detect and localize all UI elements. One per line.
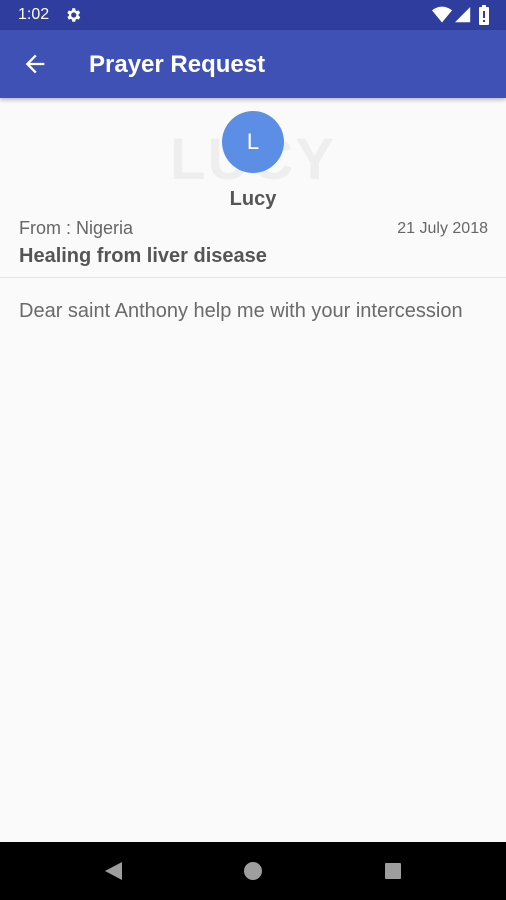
page-title: Prayer Request [89,51,266,78]
wifi-icon [432,6,452,23]
author-name: Lucy [229,188,277,210]
back-triangle-icon[interactable] [102,860,124,882]
avatar: L [222,111,284,173]
recents-square-icon[interactable] [384,862,402,880]
signal-icon [455,7,471,23]
status-bar: 1:02 [0,0,506,30]
battery-icon [479,5,489,25]
request-title: Healing from liver disease [19,245,267,267]
status-time: 1:02 [18,6,50,23]
system-nav-bar [0,842,506,900]
home-circle-icon[interactable] [243,861,263,881]
arrow-back-icon[interactable] [20,50,50,78]
prayer-request-detail: LUCY L Lucy From : Nigeria 21 July 2018 … [0,98,506,842]
gear-icon [67,8,81,22]
divider [0,277,506,278]
app-bar: Prayer Request [0,30,506,98]
request-date: 21 July 2018 [397,220,488,237]
from-location: From : Nigeria [19,218,134,238]
request-message: Dear saint Anthony help me with your int… [19,300,463,322]
